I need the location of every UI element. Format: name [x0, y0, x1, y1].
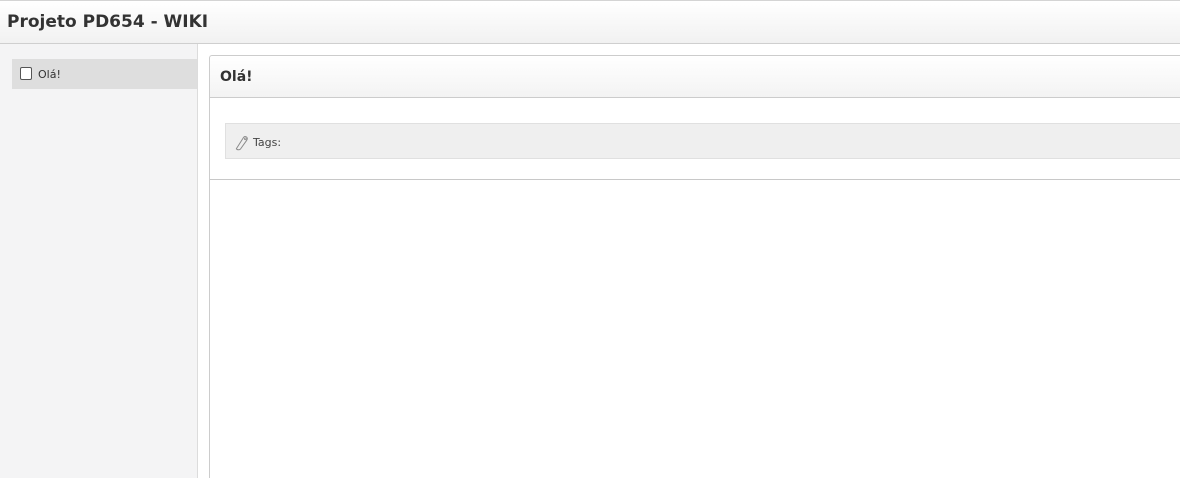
- content-divider: [210, 179, 1180, 180]
- sidebar: Olá!: [0, 44, 198, 478]
- page-icon: [20, 67, 32, 80]
- tag-icon: [234, 133, 252, 151]
- tags-label: Tags:: [253, 136, 282, 149]
- page-title: Olá!: [220, 69, 253, 85]
- site-title[interactable]: Projeto PD654 - WIKI: [7, 12, 208, 32]
- header-bar: Projeto PD654 - WIKI: [0, 0, 1180, 44]
- page-header: Olá!: [210, 56, 1180, 98]
- sidebar-item-label: Olá!: [38, 68, 61, 81]
- content-panel: Olá! Tags:: [209, 55, 1180, 478]
- tags-bar: Tags:: [225, 123, 1180, 159]
- sidebar-item-ola[interactable]: Olá!: [12, 59, 197, 89]
